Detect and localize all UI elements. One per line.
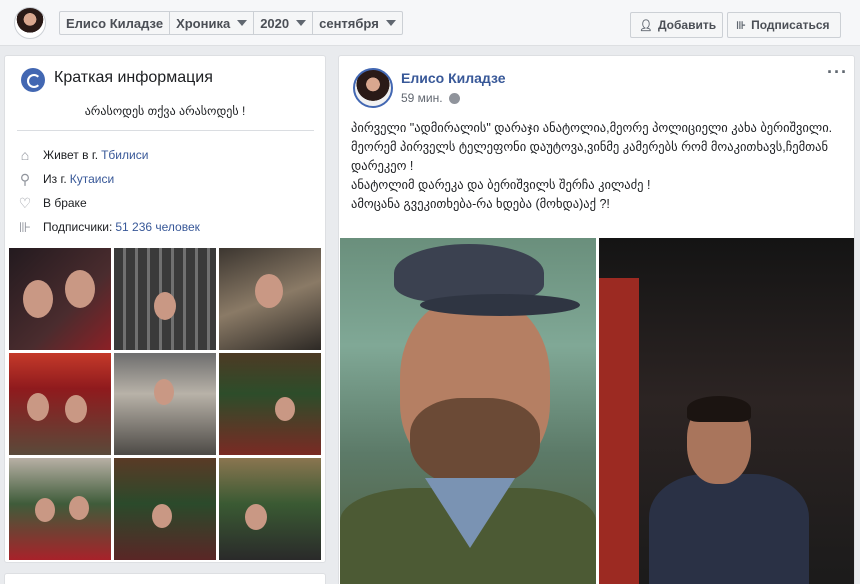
chevron-down-icon [296, 20, 307, 26]
photo-thumbnail[interactable] [219, 248, 321, 350]
crumb-month-dropdown[interactable]: сентября [312, 11, 403, 35]
add-friend-icon: 👤︎ [639, 19, 653, 32]
photo-thumbnail[interactable] [219, 353, 321, 455]
heart-icon: ♡ [18, 195, 32, 211]
location-pin-icon: ⚲ [19, 171, 31, 187]
post-photo-left[interactable] [340, 238, 596, 584]
photo-thumbnail[interactable] [114, 353, 216, 455]
add-friend-label: Добавить [657, 18, 717, 32]
crumb-timeline-dropdown[interactable]: Хроника [169, 11, 255, 35]
photo-content [23, 280, 53, 318]
crumb-label: Хроника [176, 15, 231, 31]
chevron-down-icon [385, 20, 396, 26]
subscribe-button[interactable]: ⊪ Подписаться [727, 12, 841, 38]
info-row-from: ⚲ Из г. Кутаиси [17, 171, 114, 187]
photo-content [152, 504, 172, 528]
city-link-tbilisi[interactable]: Тбилиси [101, 148, 148, 162]
info-text: Из г. [43, 172, 67, 186]
info-text: В браке [43, 196, 87, 210]
photo-content [410, 398, 540, 488]
profile-timeline-header: Елисо Киладзе Хроника 2020 сентября 👤︎ Д… [0, 0, 860, 46]
photo-thumbnail[interactable] [9, 353, 111, 455]
info-text: Подписчики: [43, 220, 113, 234]
photo-content [65, 395, 87, 423]
post-photo-right[interactable] [599, 238, 854, 584]
photo-grid [9, 248, 321, 560]
profile-avatar[interactable] [14, 7, 46, 39]
post-author-avatar[interactable] [353, 68, 393, 108]
photo-content [35, 498, 55, 522]
public-globe-icon[interactable] [448, 92, 460, 104]
photo-content [649, 474, 809, 584]
timeline-breadcrumb: Елисо Киладзе Хроника 2020 сентября [59, 11, 403, 35]
chevron-down-icon [237, 20, 248, 26]
photo-thumbnail[interactable] [114, 248, 216, 350]
intro-bio: არასოდეს თქვა არასოდეს ! [84, 104, 246, 118]
photo-thumbnail[interactable] [9, 248, 111, 350]
rss-icon: ⊪ [18, 219, 32, 235]
next-card [4, 573, 326, 584]
add-friend-button[interactable]: 👤︎ Добавить [630, 12, 723, 38]
crumb-label: Елисо Киладзе [66, 15, 164, 31]
city-link-kutaisi[interactable]: Кутаиси [70, 172, 114, 186]
photo-content [599, 278, 639, 584]
more-options-icon[interactable]: ··· [827, 62, 848, 83]
photo-content [65, 270, 95, 308]
photo-content [420, 294, 580, 316]
home-icon: ⌂ [20, 147, 30, 163]
photo-thumbnail[interactable] [9, 458, 111, 560]
info-text: Живет в г. [43, 148, 99, 162]
info-row-followers: ⊪ Подписчики: 51 236 человек [17, 219, 200, 235]
followers-link[interactable]: 51 236 человек [115, 220, 200, 234]
rss-icon: ⊪ [736, 19, 747, 32]
post-text: პირველი "ადმირალის" დარაჯი ანატოლია,მეორ… [351, 121, 833, 211]
crumb-profile-name[interactable]: Елисо Киладзе [59, 11, 171, 35]
photo-thumbnail[interactable] [114, 458, 216, 560]
info-row-lives-in: ⌂ Живет в г. Тбилиси [17, 147, 149, 163]
post-time[interactable]: 59 мин. [401, 91, 443, 105]
photo-content [245, 504, 267, 530]
photo-content [687, 396, 751, 422]
crumb-year-dropdown[interactable]: 2020 [253, 11, 314, 35]
photo-content [27, 393, 49, 421]
crumb-label: сентября [319, 15, 379, 31]
photo-content [255, 274, 283, 308]
globe-icon [21, 68, 45, 92]
photo-thumbnail[interactable] [219, 458, 321, 560]
crumb-label: 2020 [260, 15, 290, 31]
photo-content [154, 292, 176, 320]
post-timestamp: 59 мин. [401, 91, 460, 105]
info-row-relationship: ♡ В браке [17, 195, 87, 211]
photo-content [394, 244, 544, 302]
photo-content [275, 397, 295, 421]
intro-title: Краткая информация [54, 69, 213, 86]
timeline-post: Елисо Киладзе 59 мин. ··· პირველი "ადმირ… [338, 55, 855, 584]
post-author-name[interactable]: Елисо Киладзе [401, 70, 506, 86]
divider [17, 130, 314, 131]
intro-card: Краткая информация არასოდეს თქვა არასოდე… [4, 55, 326, 563]
subscribe-label: Подписаться [751, 18, 830, 32]
photo-content [69, 496, 89, 520]
photo-content [154, 379, 174, 405]
